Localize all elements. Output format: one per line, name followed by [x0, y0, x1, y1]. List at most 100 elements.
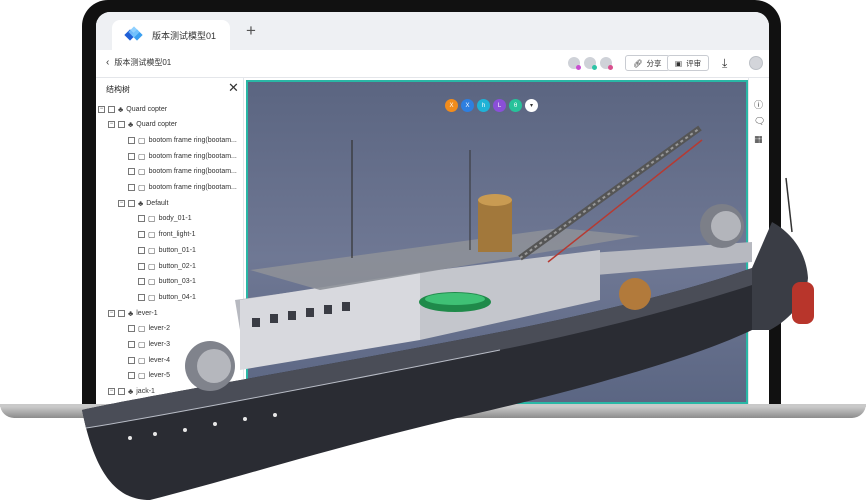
review-label: 评审	[686, 58, 702, 68]
tree-node[interactable]: − ♣ Quard copter	[98, 102, 167, 116]
app-screen: 版本测试模型01 + ‹ 版本测试模型01 🔗︎ 分享 ▣ 评审 ⤓ 结构树 ✕…	[96, 12, 769, 404]
tab-model[interactable]: 版本测试模型01	[112, 20, 230, 50]
tree-node[interactable]: ▢ bootom frame ring(bootam...	[118, 149, 237, 163]
avatar[interactable]	[567, 56, 581, 70]
tree-checkbox[interactable]	[138, 215, 145, 223]
laptop-notch	[380, 404, 486, 409]
tree-node[interactable]: ▢ body_01-1	[128, 212, 192, 226]
tree-checkbox[interactable]	[128, 325, 135, 333]
tree-node[interactable]: ▢ button_03-1	[128, 275, 196, 289]
part-icon: ▢	[138, 135, 146, 145]
tree-node[interactable]: ▢ button_04-1	[128, 290, 196, 304]
tree-node[interactable]: − ♣ lever-1	[108, 306, 158, 320]
tree-node[interactable]: ▢ button_02-1	[128, 259, 196, 273]
tree-node-label: Quard copter	[126, 105, 168, 113]
tree-checkbox[interactable]	[128, 152, 135, 160]
part-icon: ▢	[138, 371, 146, 381]
table-icon[interactable]: ▦	[754, 134, 763, 145]
collapse-toggle[interactable]: −	[108, 388, 115, 396]
tree-checkbox[interactable]	[128, 199, 135, 207]
tree-checkbox[interactable]	[108, 105, 115, 113]
collapse-toggle[interactable]: −	[98, 105, 105, 113]
tree-checkbox[interactable]	[138, 231, 145, 239]
tree-checkbox[interactable]	[138, 246, 145, 254]
tree-node[interactable]: ▢ button_01-1	[128, 243, 196, 257]
back-button[interactable]: ‹ 版本测试模型01	[106, 57, 171, 68]
tree-checkbox[interactable]	[128, 184, 135, 191]
assembly-icon: ♣	[128, 387, 134, 397]
part-icon: ▢	[138, 340, 146, 349]
more-tools-button[interactable]: ▾	[525, 99, 538, 112]
part-icon: ▢	[148, 277, 156, 287]
tree-node-label: button_04-1	[158, 293, 196, 301]
measure-tool-button[interactable]: X	[445, 99, 458, 112]
part-icon: ▢	[138, 151, 146, 161]
tree-node-label: Quard copter	[136, 121, 178, 129]
comment-icon[interactable]: 🗨︎	[754, 116, 765, 127]
tree-node-label: lever-3	[148, 341, 170, 348]
share-label: 分享	[646, 58, 662, 68]
tree-checkbox[interactable]	[128, 356, 135, 364]
download-icon[interactable]: ⤓	[722, 56, 727, 71]
tree-node[interactable]: ▢ lever-3	[118, 338, 170, 352]
tab-title: 版本测试模型01	[152, 30, 217, 41]
close-icon[interactable]: ✕	[228, 80, 239, 96]
review-button[interactable]: ▣ 评审	[667, 55, 710, 71]
tree-node-label: button_01-1	[158, 246, 196, 254]
tab-bar: 版本测试模型01 +	[96, 12, 769, 50]
assembly-icon: ♣	[138, 198, 144, 208]
tree-node-label: Default	[146, 199, 169, 207]
right-rail: ⓘ 🗨︎ ▦	[748, 78, 769, 404]
new-tab-button[interactable]: +	[246, 21, 256, 41]
tree-checkbox[interactable]	[138, 293, 145, 301]
tree-node[interactable]: ▢ lever-2	[118, 322, 170, 336]
measure-tool-button[interactable]: L	[493, 99, 506, 112]
tree-node[interactable]: ▢ bootom frame ring(bootam...	[118, 165, 237, 179]
tree-node[interactable]: ▢ lever-5	[118, 369, 170, 383]
avatar[interactable]	[599, 56, 613, 70]
tree-node[interactable]: ▢ bootom frame ring(bootam...	[118, 181, 237, 195]
measure-tool-button[interactable]: h	[477, 99, 490, 112]
tree-checkbox[interactable]	[128, 136, 135, 144]
tree-checkbox[interactable]	[128, 168, 135, 176]
tree-checkbox[interactable]	[138, 278, 145, 286]
measure-tool-button[interactable]: θ	[509, 99, 522, 112]
tree-checkbox[interactable]	[138, 262, 145, 270]
collapse-toggle[interactable]: −	[118, 199, 125, 207]
tree-node[interactable]: ▢ front_light-1	[128, 228, 196, 242]
tree-checkbox[interactable]	[128, 341, 135, 348]
tree-node-label: lever-5	[148, 372, 170, 380]
measure-tool-button[interactable]: X	[461, 99, 474, 112]
collapse-toggle[interactable]: −	[108, 121, 115, 129]
part-icon: ▢	[148, 245, 156, 255]
app-logo-icon	[124, 26, 144, 42]
assembly-icon: ♣	[128, 120, 134, 130]
part-icon: ▢	[148, 230, 156, 240]
tree-checkbox[interactable]	[118, 121, 125, 129]
tree-node[interactable]: − ♣ Quard copter	[108, 118, 177, 132]
tree-node-label: button_02-1	[158, 262, 196, 270]
tree-node-label: lever-4	[148, 356, 170, 364]
tree-node[interactable]: ▢ bootom frame ring(bootam...	[118, 133, 237, 147]
review-icon: ▣	[675, 58, 683, 68]
tree-checkbox[interactable]	[118, 309, 125, 317]
link-icon: 🔗︎	[633, 58, 643, 68]
tree-checkbox[interactable]	[118, 388, 125, 396]
assembly-icon: ♣	[128, 308, 134, 318]
model-name: 版本测试模型01	[114, 58, 172, 67]
tree-node[interactable]: − ♣ jack-1	[108, 385, 155, 399]
user-avatar-icon[interactable]	[749, 56, 763, 70]
tree-node[interactable]: − ♣ Default	[118, 196, 168, 210]
part-icon: ▢	[138, 167, 146, 177]
collapse-toggle[interactable]: −	[108, 309, 115, 317]
avatar[interactable]	[583, 56, 597, 70]
tree-node[interactable]: ▢ lever-4	[118, 353, 170, 367]
info-icon[interactable]: ⓘ	[754, 98, 763, 111]
tree-checkbox[interactable]	[128, 372, 135, 380]
chevron-left-icon: ‹	[106, 57, 110, 68]
tree-node-label: lever-2	[148, 325, 170, 333]
tree-node-label: bootom frame ring(bootam...	[148, 152, 237, 160]
share-button[interactable]: 🔗︎ 分享	[625, 55, 670, 71]
model-viewport[interactable]: X Xh Lθ ▾	[246, 80, 748, 404]
tree-node-label: bootom frame ring(bootam...	[148, 168, 237, 176]
